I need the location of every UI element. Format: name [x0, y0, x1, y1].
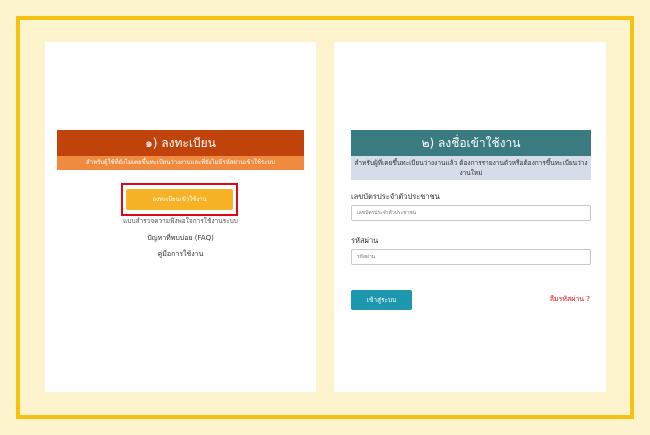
login-card: ๒) ลงชื่อเข้าใช้งาน สำหรับผู้ที่เคยขึ้นท… [334, 42, 606, 392]
manual-link[interactable]: คู่มือการใช้งาน [57, 249, 304, 260]
login-title: ๒) ลงชื่อเข้าใช้งาน [351, 130, 591, 156]
login-description: สำหรับผู้ที่เคยขึ้นทะเบียนว่างงานแล้ว ต้… [351, 156, 591, 180]
login-button[interactable]: เข้าสู่ระบบ [351, 290, 412, 310]
password-label: รหัสผ่าน [351, 236, 379, 245]
id-label: เลขบัตรประจำตัวประชาชน [351, 192, 440, 201]
register-button[interactable]: ลงทะเบียนเข้าใช้งาน [126, 189, 233, 210]
register-title: ๑) ลงทะเบียน [57, 130, 304, 156]
register-card: ๑) ลงทะเบียน สำหรับผู้ใช้ที่ยังไม่เคยขึ้… [45, 42, 316, 392]
register-description: สำหรับผู้ใช้ที่ยังไม่เคยขึ้นทะเบียนว่างง… [57, 156, 304, 170]
faq-link[interactable]: ปัญหาที่พบบ่อย (FAQ) [57, 233, 304, 244]
forgot-password-link[interactable]: ลืมรหัสผ่าน ? [550, 294, 590, 305]
id-input[interactable] [351, 205, 591, 221]
survey-link[interactable]: แบบสำรวจความพึงพอใจการใช้งานระบบ [57, 216, 304, 226]
password-input[interactable] [351, 249, 591, 265]
